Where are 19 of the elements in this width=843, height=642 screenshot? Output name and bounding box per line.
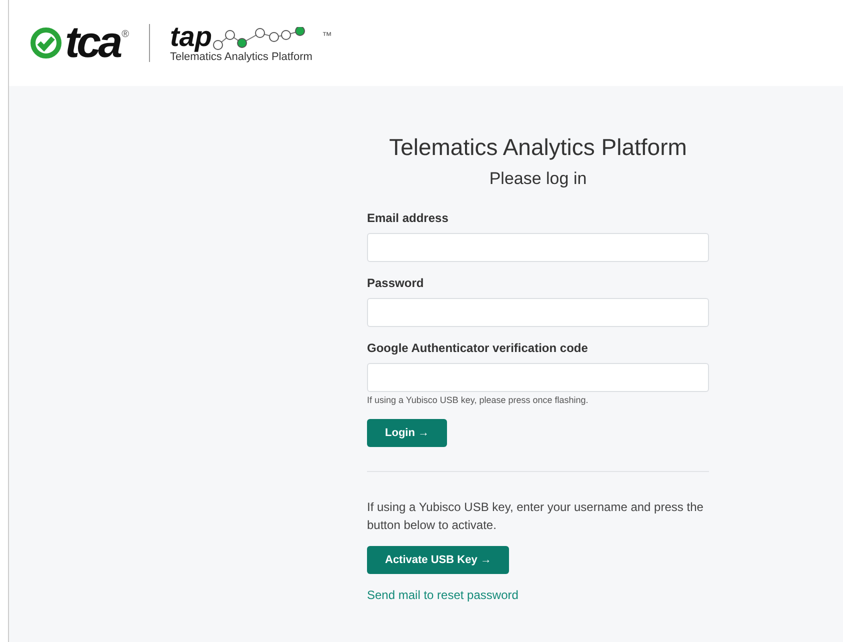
field-hint: If using a Yubisco USB key, please press once flashing. (367, 395, 588, 405)
product-tagline: Telematics Analytics Platform (170, 51, 314, 63)
page-title: Telematics Analytics Platform (388, 134, 688, 161)
brand-logo-text: tca (65, 21, 120, 65)
activate-usb-key-button[interactable]: Activate USB Key → (367, 546, 510, 574)
page-subtitle: Please log in (488, 169, 588, 189)
product-logo-text: tap (170, 23, 212, 51)
field-label: Email address (367, 211, 448, 225)
check-circle-icon (29, 26, 63, 60)
trademark-mark: ™ (322, 31, 332, 42)
login-button[interactable]: Login → (367, 419, 447, 447)
field-label: Password (367, 276, 424, 290)
input-field[interactable] (367, 298, 709, 327)
reset-password-link[interactable]: Send mail to reset password (367, 588, 518, 602)
input-field[interactable] (367, 233, 709, 262)
usb-key-note: If using a Yubisco USB key, enter your username and press the button below to activate. (367, 499, 704, 534)
field-label: Google Authenticator verification code (367, 341, 588, 355)
input-field[interactable] (367, 363, 709, 392)
registered-mark: ® (122, 29, 129, 40)
